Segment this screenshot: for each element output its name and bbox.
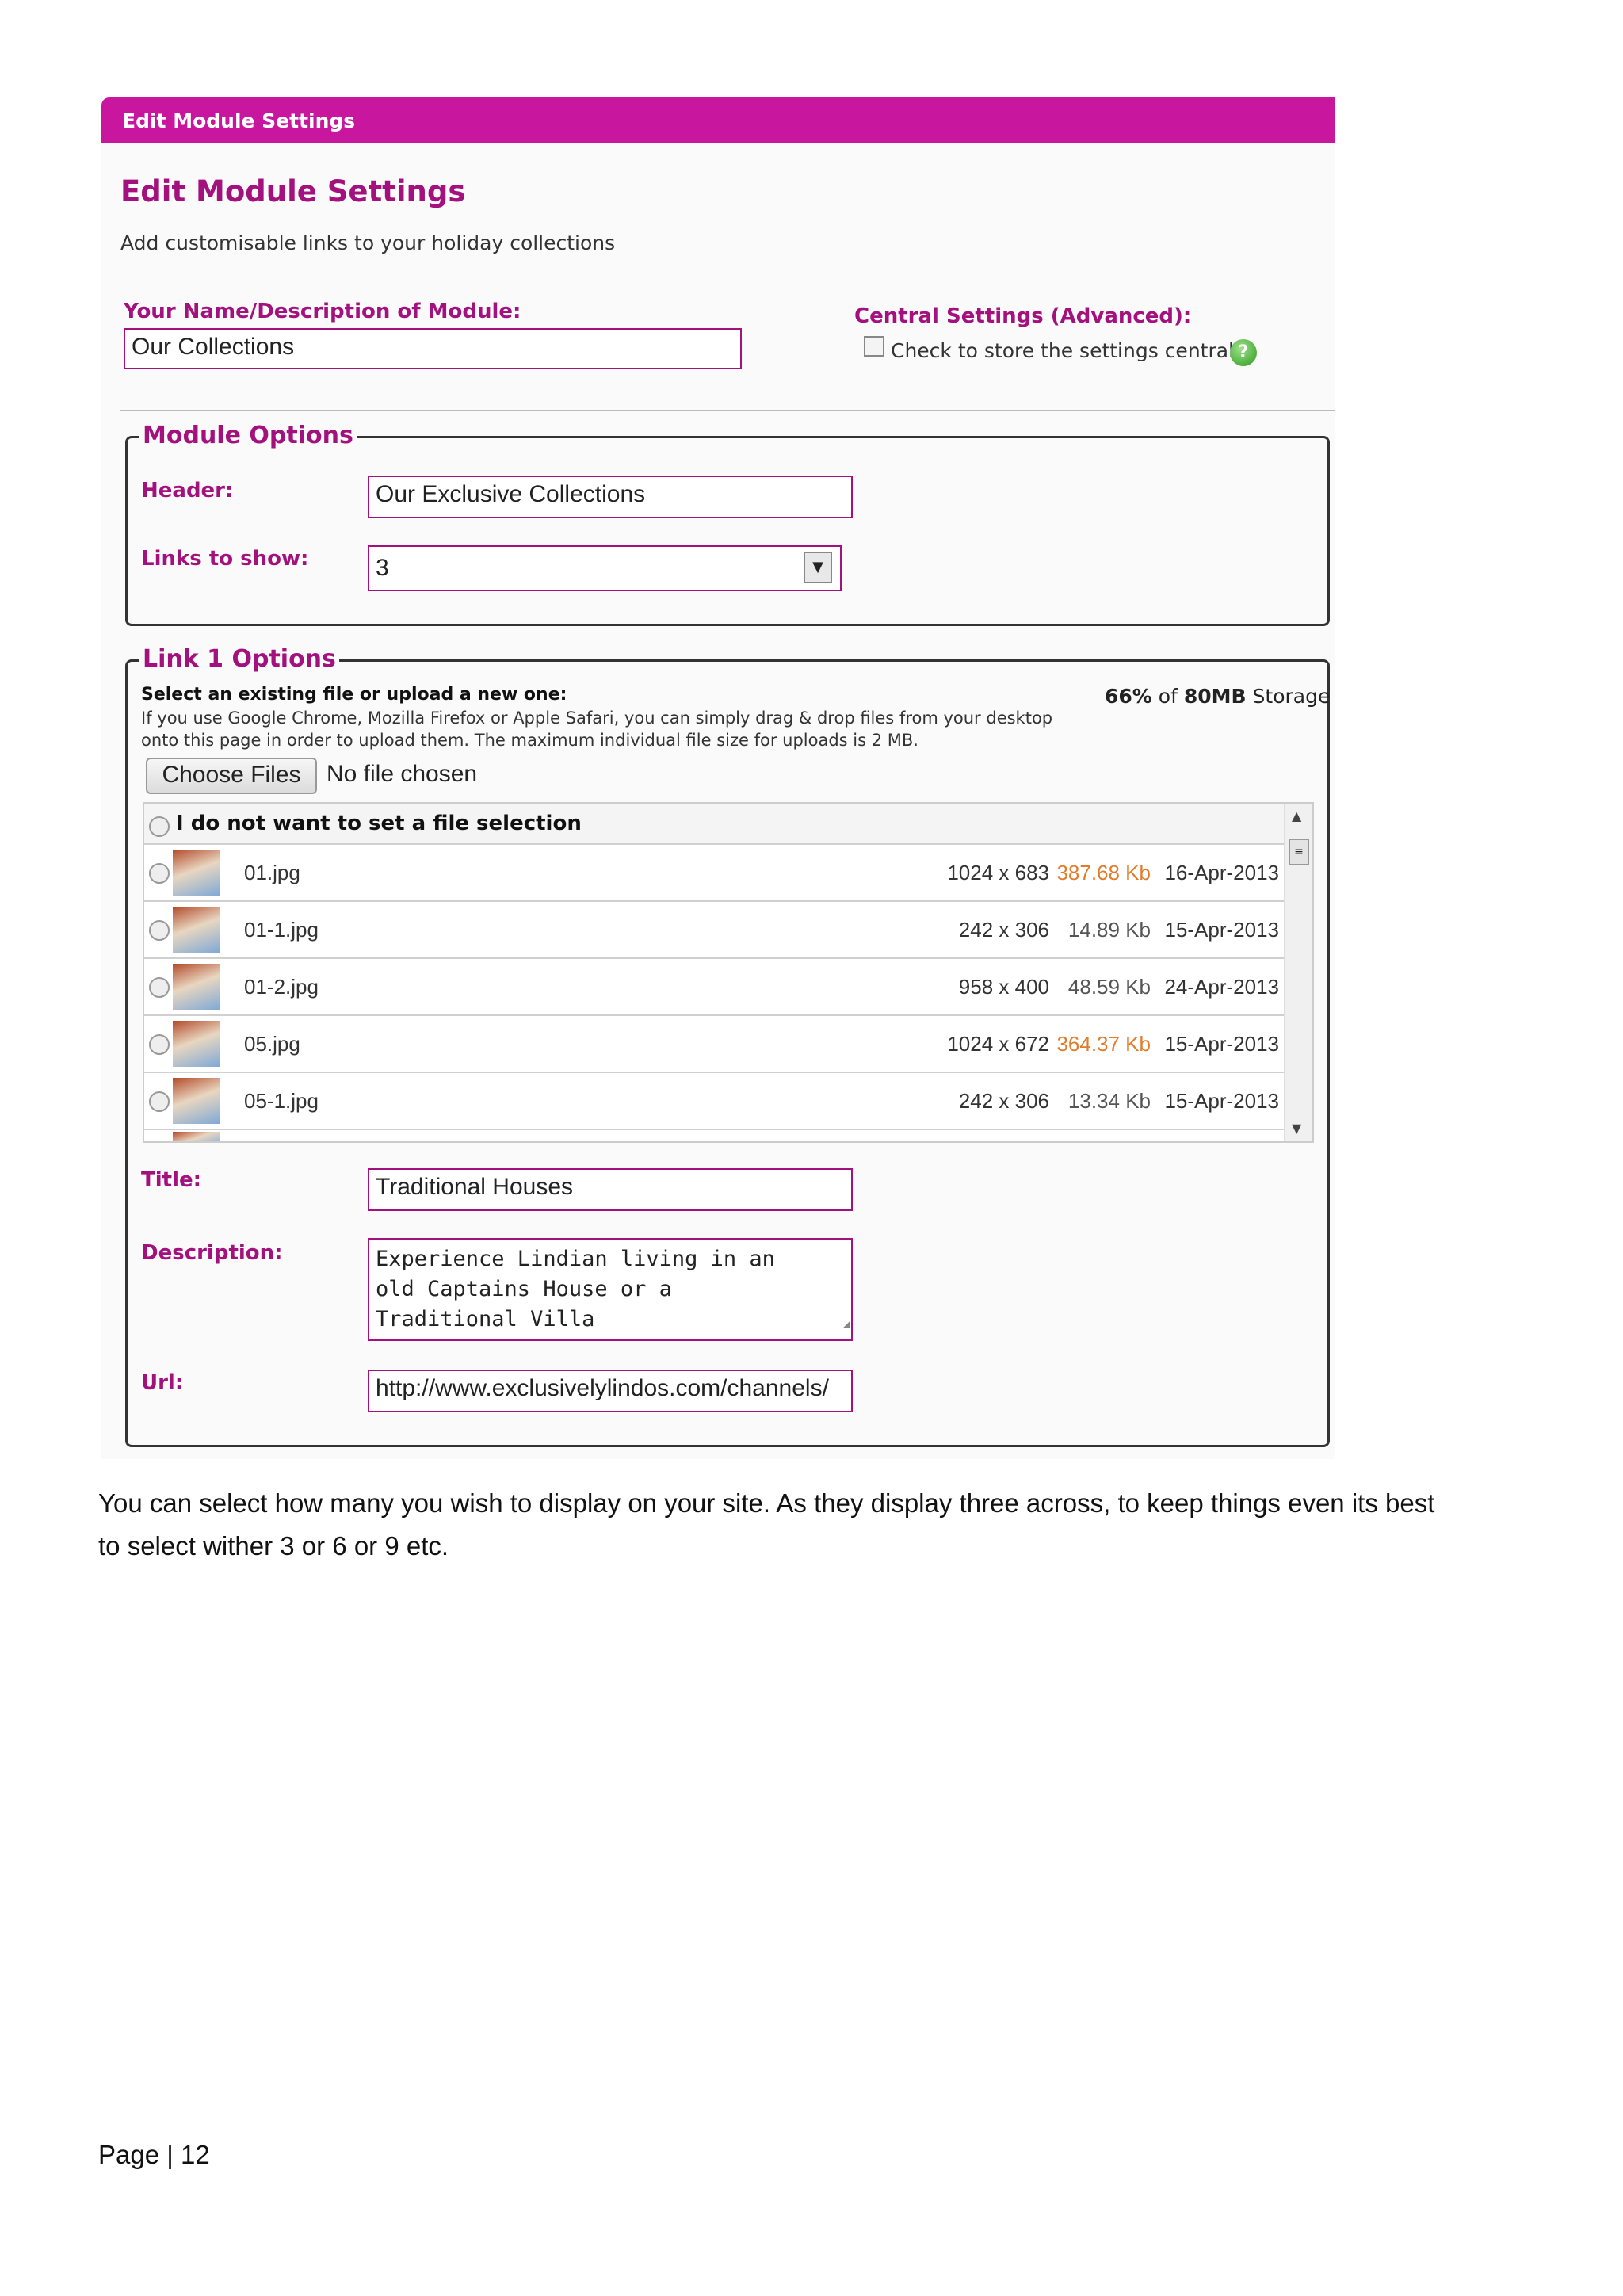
title-bar-text: Edit Module Settings <box>122 109 356 132</box>
no-selection-label: I do not want to set a file selection <box>176 812 582 835</box>
module-name-input[interactable]: Our Collections <box>124 328 742 369</box>
file-thumbnail <box>173 850 220 896</box>
file-name: 05.jpg <box>244 1032 300 1056</box>
file-dimensions: 242 x 306 <box>958 1089 1049 1113</box>
links-to-show-select[interactable]: 3 <box>368 545 842 591</box>
title-input[interactable]: Traditional Houses <box>368 1168 853 1211</box>
file-select-help-1: If you use Google Chrome, Mozilla Firefo… <box>141 709 1053 728</box>
file-radio[interactable] <box>149 863 170 884</box>
module-name-label: Your Name/Description of Module: <box>124 300 521 323</box>
file-date: 15-Apr-2013 <box>1164 918 1279 942</box>
file-date: 24-Apr-2013 <box>1164 975 1279 999</box>
header-input[interactable]: Our Exclusive Collections <box>368 476 853 518</box>
page-word: Page <box>98 2140 160 2169</box>
central-settings-checkbox-label: Check to store the settings centrally <box>891 339 1251 362</box>
storage-of: of <box>1158 685 1178 708</box>
file-date: 16-Apr-2013 <box>1164 861 1279 884</box>
scroll-thumb[interactable]: ≡ <box>1289 839 1309 865</box>
divider <box>120 410 1335 411</box>
file-select-help-2: onto this page in order to upload them. … <box>141 731 918 750</box>
file-thumbnail <box>173 1021 220 1067</box>
file-thumbnail <box>173 907 220 953</box>
module-options-legend: Module Options <box>139 422 357 449</box>
central-settings-checkbox[interactable] <box>864 336 884 357</box>
file-select-title: Select an existing file or upload a new … <box>141 685 567 705</box>
description-line-2: old Captains House or a <box>376 1277 672 1301</box>
title-bar: Edit Module Settings <box>101 97 1335 143</box>
file-radio[interactable] <box>149 1091 170 1112</box>
body-paragraph-line-1: You can select how many you wish to disp… <box>98 1488 1435 1518</box>
file-row[interactable]: 01.jpg 1024 x 683 387.68 Kb 16-Apr-2013 <box>144 845 1284 902</box>
file-row[interactable]: 05-1.jpg 242 x 306 13.34 Kb 15-Apr-2013 <box>144 1073 1284 1130</box>
file-name: 05-1.jpg <box>244 1089 319 1113</box>
url-input[interactable]: http://www.exclusivelylindos.com/channel… <box>368 1370 853 1412</box>
file-name: 01-2.jpg <box>244 975 319 999</box>
file-thumbnail <box>173 964 220 1010</box>
file-thumbnail <box>173 1078 220 1124</box>
file-size: 48.59 Kb <box>1067 975 1151 999</box>
file-size: 387.68 Kb <box>1056 861 1151 884</box>
url-label: Url: <box>141 1371 184 1395</box>
file-date: 15-Apr-2013 <box>1164 1032 1279 1056</box>
file-name: 01-1.jpg <box>244 918 319 942</box>
file-size: 364.37 Kb <box>1056 1032 1151 1056</box>
page-title: Edit Module Settings <box>120 174 466 208</box>
file-dimensions: 1024 x 672 <box>947 1032 1049 1056</box>
scroll-up-icon[interactable]: ▲ <box>1292 808 1301 823</box>
description-textarea[interactable]: Experience Lindian living in an old Capt… <box>368 1238 853 1341</box>
no-file-chosen-text: No file chosen <box>327 761 478 787</box>
file-size: 14.89 Kb <box>1067 918 1151 942</box>
file-size: 13.34 Kb <box>1067 1089 1151 1113</box>
page-footer: Page | 12 <box>98 2140 210 2170</box>
file-row[interactable]: 01-2.jpg 958 x 400 48.59 Kb 24-Apr-2013 <box>144 959 1284 1016</box>
links-to-show-value: 3 <box>376 555 389 581</box>
file-dimensions: 242 x 306 <box>958 918 1049 942</box>
central-settings-label: Central Settings (Advanced): <box>854 304 1192 328</box>
body-paragraph-line-2: to select wither 3 or 6 or 9 etc. <box>98 1531 449 1561</box>
description-label: Description: <box>141 1241 283 1265</box>
description-line-3: Traditional Villa <box>376 1307 595 1331</box>
page-subtitle: Add customisable links to your holiday c… <box>120 231 616 254</box>
file-radio[interactable] <box>149 977 170 998</box>
file-row[interactable]: 05.jpg 1024 x 672 364.37 Kb 15-Apr-2013 <box>144 1016 1284 1073</box>
description-line-1: Experience Lindian living in an <box>376 1247 775 1271</box>
body-paragraph: You can select how many you wish to disp… <box>98 1482 1525 1568</box>
file-thumbnail-partial <box>173 1132 220 1141</box>
help-icon[interactable]: ? <box>1230 339 1257 366</box>
page-number: 12 <box>181 2140 210 2169</box>
file-dimensions: 958 x 400 <box>958 975 1049 999</box>
scroll-down-icon[interactable]: ▼ <box>1292 1121 1301 1136</box>
file-radio[interactable] <box>149 1034 170 1055</box>
file-list-scrollbar[interactable]: ▲ ≡ ▼ <box>1284 804 1312 1141</box>
file-list[interactable]: I do not want to set a file selection 01… <box>143 802 1314 1143</box>
header-label: Header: <box>141 479 234 502</box>
file-date: 15-Apr-2013 <box>1164 1089 1279 1113</box>
no-selection-radio[interactable] <box>149 816 170 837</box>
module-options-fieldset <box>125 436 1330 626</box>
storage-total: 80MB <box>1183 685 1247 708</box>
storage-percent: 66% <box>1105 685 1152 708</box>
page-separator: | <box>166 2140 174 2169</box>
choose-files-button[interactable]: Choose Files <box>146 758 317 794</box>
storage-indicator: 66% of 80MB Storage <box>1105 685 1330 708</box>
storage-word: Storage <box>1252 685 1331 708</box>
title-label: Title: <box>141 1168 202 1192</box>
resize-handle-icon[interactable]: ◢ <box>843 1309 850 1339</box>
chevron-down-icon[interactable]: ▼ <box>804 552 832 583</box>
file-row[interactable]: 01-1.jpg 242 x 306 14.89 Kb 15-Apr-2013 <box>144 902 1284 959</box>
file-name: 01.jpg <box>244 861 300 884</box>
file-radio[interactable] <box>149 920 170 941</box>
links-to-show-label: Links to show: <box>141 547 309 571</box>
file-dimensions: 1024 x 683 <box>947 861 1049 884</box>
no-selection-row[interactable]: I do not want to set a file selection <box>144 804 1284 845</box>
link1-options-legend: Link 1 Options <box>139 645 339 673</box>
